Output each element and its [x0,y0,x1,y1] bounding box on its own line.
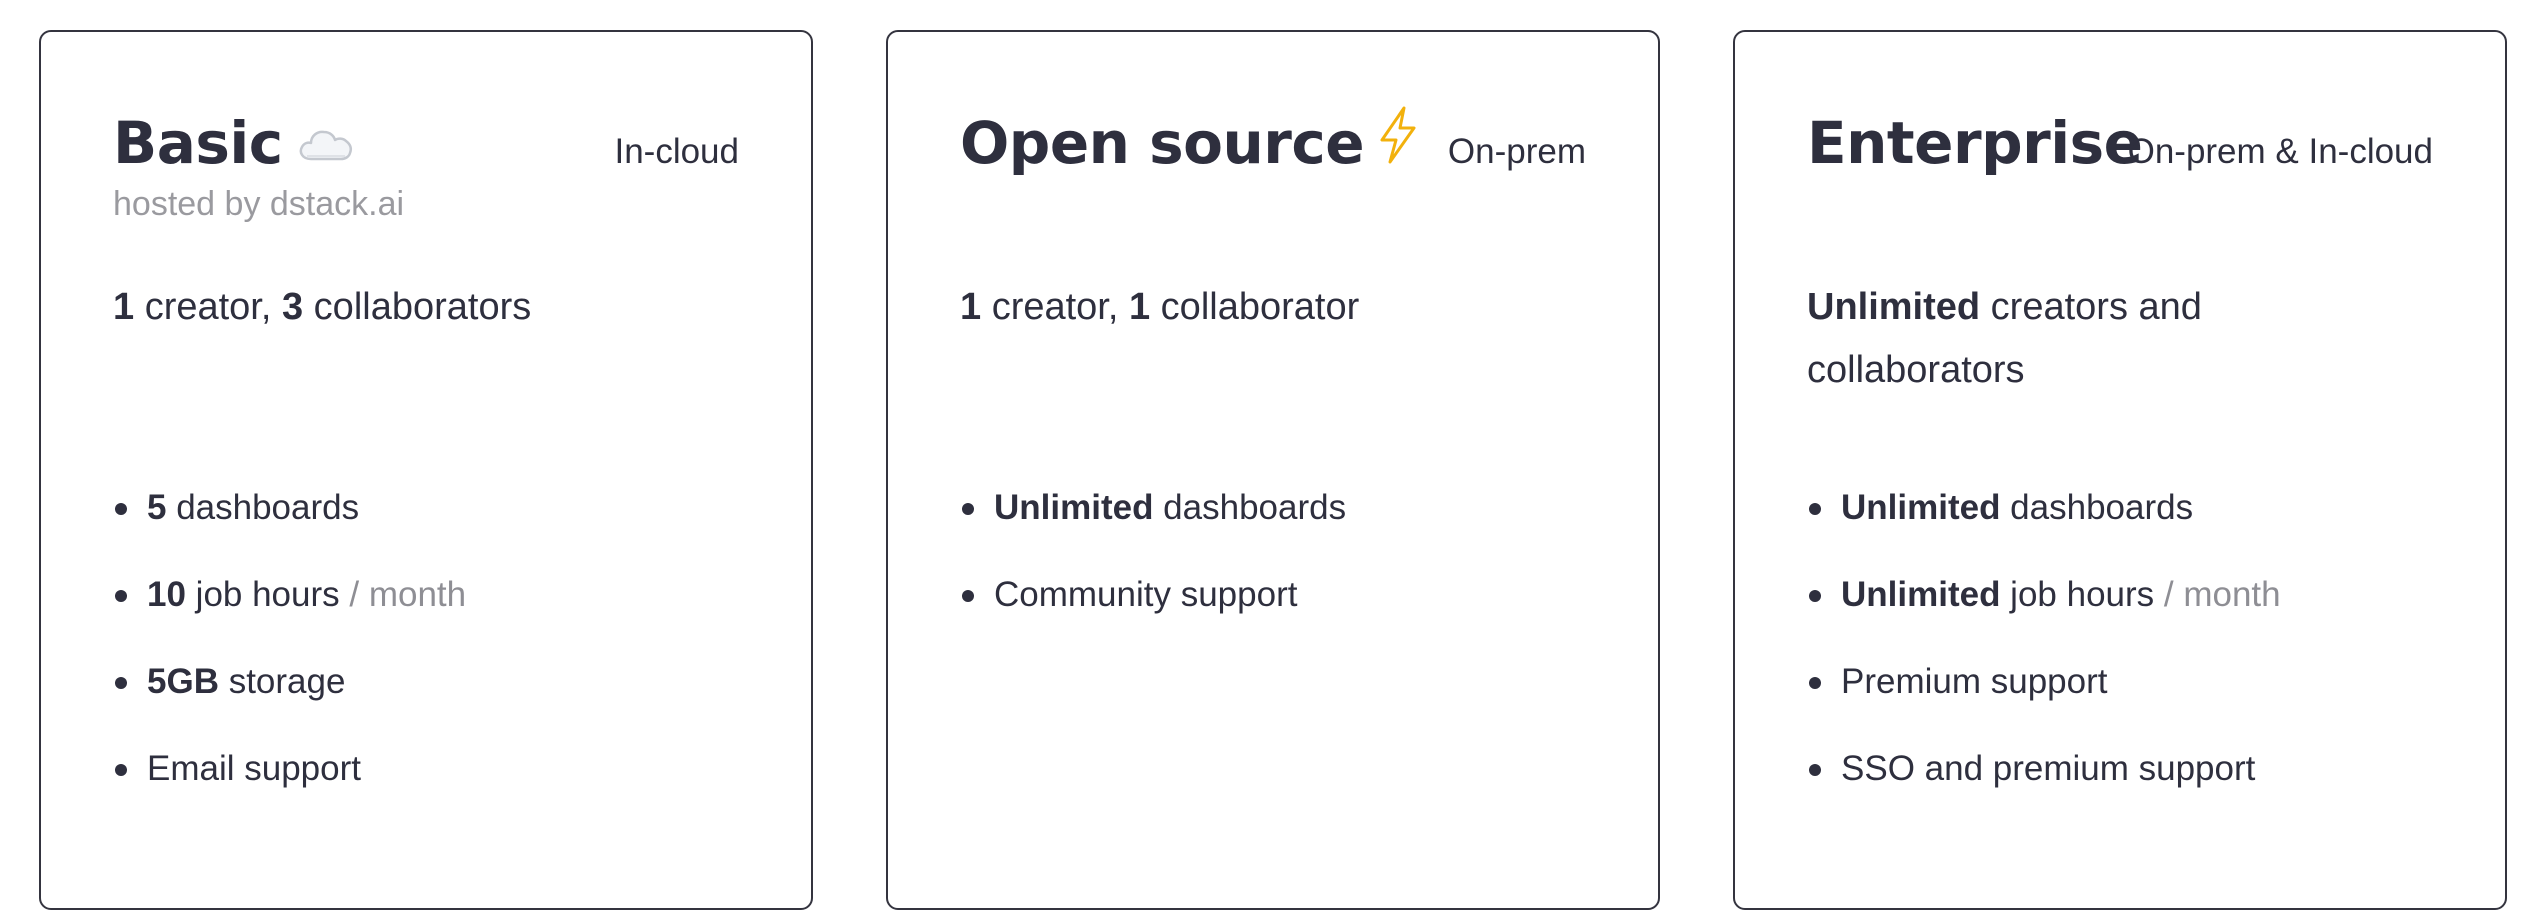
deployment-label: On-prem & In-cloud [2127,132,2433,171]
bullet-icon [115,677,127,689]
bullet-icon [1809,503,1821,515]
lightning-icon [1378,106,1418,179]
bullet-icon [962,503,974,515]
bullet-icon [115,503,127,515]
plan-subtitle: hosted by dstack.ai [113,185,405,223]
list-item: Unlimited dashboards [1807,484,2281,571]
plan-card-open-source: Open source On-prem 1 creator, 1 collabo… [886,30,1660,910]
feature-list: 5 dashboards 10 job hours / month 5GB st… [113,484,466,832]
list-item: Premium support [1807,658,2281,745]
plan-name: Open source [960,109,1365,177]
bullet-icon [115,590,127,602]
plan-card-basic: Basic In-cloud hosted by dstack.ai 1 cre… [39,30,813,910]
cloud-icon [297,108,355,178]
deployment-label: In-cloud [614,132,739,171]
bullet-icon [1809,590,1821,602]
plan-seats: 1 creator, 1 collaborator [960,286,1360,328]
plan-card-enterprise: Enterprise On-prem & In-cloud Unlimited … [1733,30,2507,910]
list-item: Community support [960,571,1346,658]
list-item: 5 dashboards [113,484,466,571]
list-item: Unlimited job hours / month [1807,571,2281,658]
list-item: SSO and premium support [1807,745,2281,832]
list-item: 10 job hours / month [113,571,466,658]
feature-list: Unlimited dashboards Unlimited job hours… [1807,484,2281,832]
plan-name: Basic [113,109,283,177]
deployment-label: On-prem [1447,132,1586,171]
bullet-icon [115,764,127,776]
plan-seats: 1 creator, 3 collaborators [113,286,532,328]
plan-title: Enterprise [1807,108,2143,178]
bullet-icon [1809,677,1821,689]
bullet-icon [962,590,974,602]
plan-name: Enterprise [1807,109,2143,177]
list-item: Unlimited dashboards [960,484,1346,571]
plan-seats: Unlimited creators and collaborators [1807,286,2202,391]
plan-title: Basic [113,108,355,182]
bullet-icon [1809,764,1821,776]
plan-title: Open source [960,106,1418,183]
list-item: 5GB storage [113,658,466,745]
list-item: Email support [113,745,466,832]
feature-list: Unlimited dashboards Community support [960,484,1346,658]
